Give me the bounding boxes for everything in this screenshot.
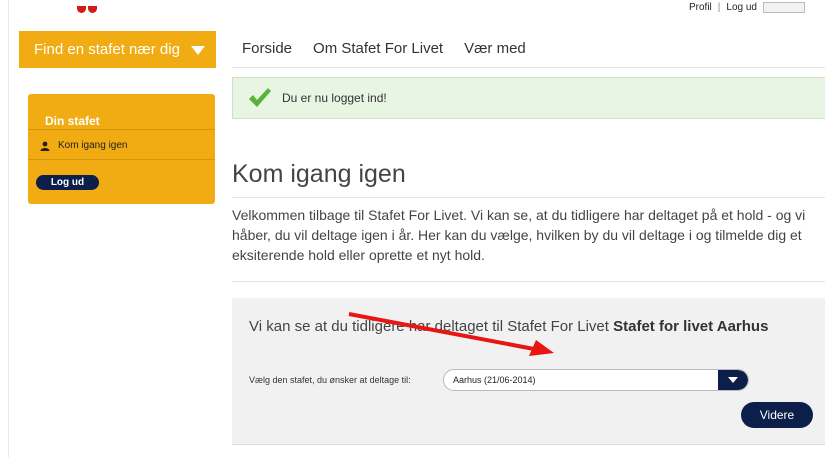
relay-select[interactable]: Aarhus (21/06-2014) [443,369,749,391]
chevron-down-icon[interactable] [718,370,748,390]
intro-text: Velkommen tilbage til Stafet For Livet. … [232,207,806,263]
nav-item-om-stafet[interactable]: Om Stafet For Livet [313,40,443,57]
sidebar-box: Din stafet Kom igang igen Log ud [28,94,215,204]
intro-divider [232,281,825,282]
top-links: Profil | Log ud [689,0,805,14]
left-border [8,0,9,457]
profile-link[interactable]: Profil [689,2,712,13]
language-flag-icon[interactable] [763,1,805,13]
find-relay-dropdown[interactable]: Find en stafet nær dig [19,31,216,68]
nav-item-forside[interactable]: Forside [242,40,292,57]
success-alert: Du er nu logget ind! [232,77,825,119]
top-logout-link[interactable]: Log ud [726,2,757,13]
arrow-icon [348,312,554,356]
chevron-down-icon [191,46,205,55]
separator: | [717,1,721,13]
checkmark-icon [249,88,271,107]
select-label: Vælg den stafet, du ønsker at deltage ti… [249,375,411,385]
main-nav: Forside Om Stafet For Livet Vær med [242,40,526,57]
heading-divider [232,197,825,198]
continue-button[interactable]: Videre [741,402,813,428]
person-icon [40,141,50,151]
page-title: Kom igang igen [232,160,406,188]
sidebar-divider [28,159,215,160]
sidebar-divider [28,129,215,130]
nav-item-vaer-med[interactable]: Vær med [464,40,526,57]
relay-select-value: Aarhus (21/06-2014) [453,375,536,385]
sidebar-title: Din stafet [45,114,100,128]
sidebar-item-label: Kom igang igen [58,140,128,151]
alert-message: Du er nu logget ind! [282,91,387,105]
find-relay-label: Find en stafet nær dig [34,41,180,58]
logo [77,0,103,13]
nav-divider [232,67,825,68]
panel-text-relay: Stafet for livet Aarhus [613,318,769,335]
sidebar-item-kom-igang[interactable]: Kom igang igen [40,140,128,151]
logout-button[interactable]: Log ud [36,175,99,190]
